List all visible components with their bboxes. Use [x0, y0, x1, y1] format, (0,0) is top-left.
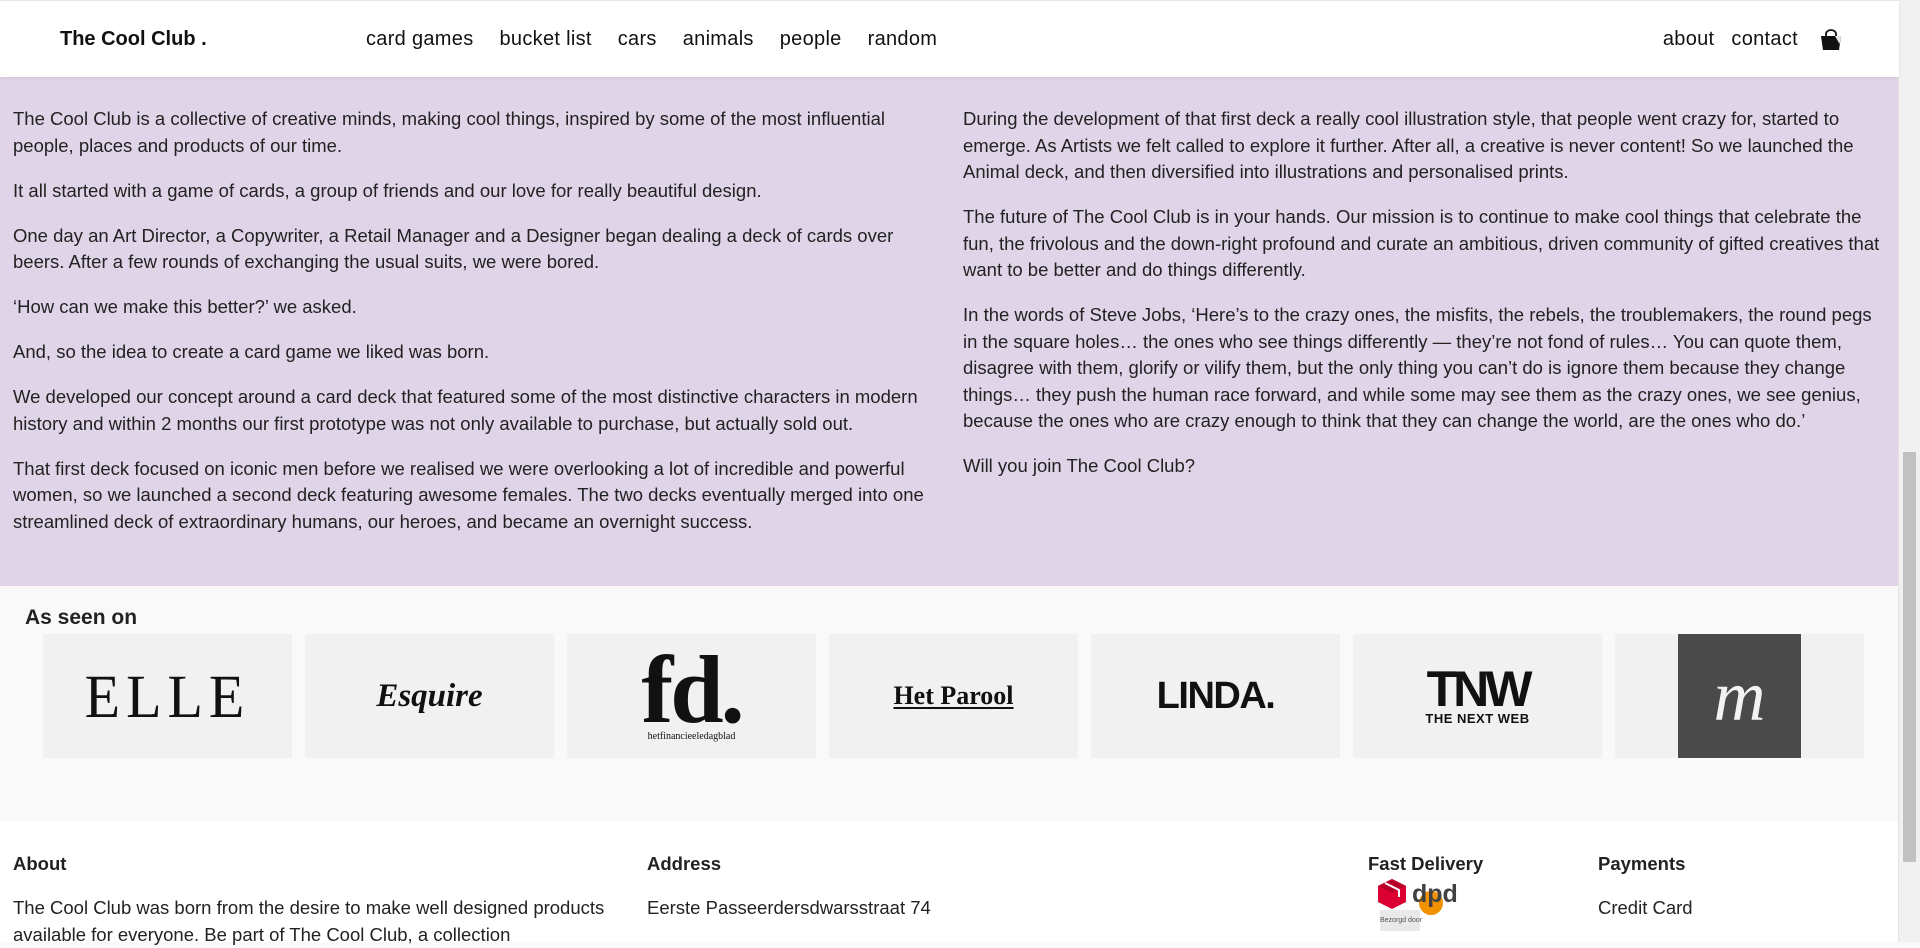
story-paragraph: We developed our concept around a card d…	[13, 386, 918, 434]
esquire-wordmark: Esquire	[376, 677, 483, 714]
footer-address-title: Address	[647, 853, 722, 874]
fd-letters: fd.	[641, 636, 744, 743]
logo-linda[interactable]: LINDA.	[1091, 634, 1340, 758]
site-header: The Cool Club . card games bucket list c…	[0, 0, 1899, 77]
story-paragraph: Will you join The Cool Club?	[963, 455, 1196, 476]
story-paragraph: And, so the idea to create a card game w…	[13, 341, 490, 362]
nav-random[interactable]: random	[868, 28, 938, 51]
page-scrollbar[interactable]	[1898, 0, 1920, 942]
nav-about[interactable]: about	[1663, 28, 1715, 51]
logo-esquire[interactable]: Esquire	[305, 634, 554, 758]
story-left-column: The Cool Club is a collective of creativ…	[13, 106, 938, 554]
story-paragraph: ‘How can we make this better?’ we asked.	[13, 296, 357, 317]
story-paragraph: That first deck focused on iconic men be…	[13, 457, 924, 532]
nav-people[interactable]: people	[780, 28, 842, 51]
m-badge: m	[1678, 634, 1801, 758]
story-section: The Cool Club is a collective of creativ…	[0, 76, 1899, 586]
shopping-bag-icon[interactable]	[1819, 28, 1843, 51]
scrollbar-thumb[interactable]	[1903, 452, 1916, 862]
postnl-wordmark: post.nl	[1431, 917, 1458, 926]
footer-about-text: The Cool Club was born from the desire t…	[13, 897, 605, 945]
nav-contact[interactable]: contact	[1731, 28, 1798, 51]
secondary-nav: about contact	[1663, 28, 1843, 51]
dpd-subtitle: Bezorgd door	[1380, 917, 1423, 924]
tnw-wordmark: TNW THE NEXT WEB	[1425, 661, 1533, 726]
story-paragraph: In the words of Steve Jobs, ‘Here’s to t…	[963, 304, 1872, 431]
fd-subtitle: hetfinancieeledagblad	[647, 731, 736, 742]
press-logos: ELLE Esquire fd. hetfinancieeledagblad H…	[43, 634, 1864, 758]
story-right-column: During the development of that first dec…	[963, 106, 1888, 498]
tnw-subtitle: THE NEXT WEB	[1425, 711, 1530, 726]
logo-m[interactable]: m	[1615, 634, 1864, 758]
as-seen-on-title: As seen on	[25, 606, 138, 629]
nav-bucket-list[interactable]: bucket list	[500, 28, 592, 51]
elle-wordmark: ELLE	[84, 661, 251, 731]
logo-tnw[interactable]: TNW THE NEXT WEB	[1353, 634, 1602, 758]
story-paragraph: One day an Art Director, a Copywriter, a…	[13, 224, 894, 273]
footer-address-line: Eerste Passeerdersdwarsstraat 74	[647, 897, 931, 918]
footer-payments-title: Payments	[1598, 853, 1686, 874]
story-paragraph: It all started with a game of cards, a g…	[13, 179, 762, 201]
parool-wordmark: Het Parool	[893, 681, 1014, 710]
dpd-wordmark: dpd	[1412, 880, 1458, 908]
fd-wordmark: fd. hetfinancieeledagblad	[641, 636, 744, 743]
dpd-postnl-logo: dpd Bezorgd door post.nl	[1378, 877, 1478, 935]
logo-fd[interactable]: fd. hetfinancieeledagblad	[567, 634, 816, 758]
nav-cars[interactable]: cars	[618, 28, 657, 51]
site-footer: About The Cool Club was born from the de…	[0, 821, 1899, 945]
story-paragraph: The future of The Cool Club is in your h…	[963, 206, 1880, 280]
logo-het-parool[interactable]: Het Parool	[829, 634, 1078, 758]
nav-animals[interactable]: animals	[683, 28, 754, 51]
tnw-letters: TNW	[1426, 661, 1533, 717]
footer-payments-item: Credit Card	[1598, 897, 1693, 918]
nav-card-games[interactable]: card games	[366, 28, 474, 51]
story-paragraph: During the development of that first dec…	[963, 108, 1854, 182]
m-letter: m	[1713, 655, 1766, 736]
main-nav: card games bucket list cars animals peop…	[366, 28, 937, 51]
as-seen-on-section: As seen on ELLE Esquire fd. hetfinanciee…	[0, 604, 1899, 821]
logo-elle[interactable]: ELLE	[43, 634, 292, 758]
story-paragraph: The Cool Club is a collective of creativ…	[13, 108, 885, 156]
footer-delivery-title: Fast Delivery	[1368, 853, 1484, 874]
linda-wordmark: LINDA.	[1156, 674, 1276, 717]
brand-logo[interactable]: The Cool Club .	[60, 28, 207, 51]
footer-about-title: About	[13, 853, 67, 874]
